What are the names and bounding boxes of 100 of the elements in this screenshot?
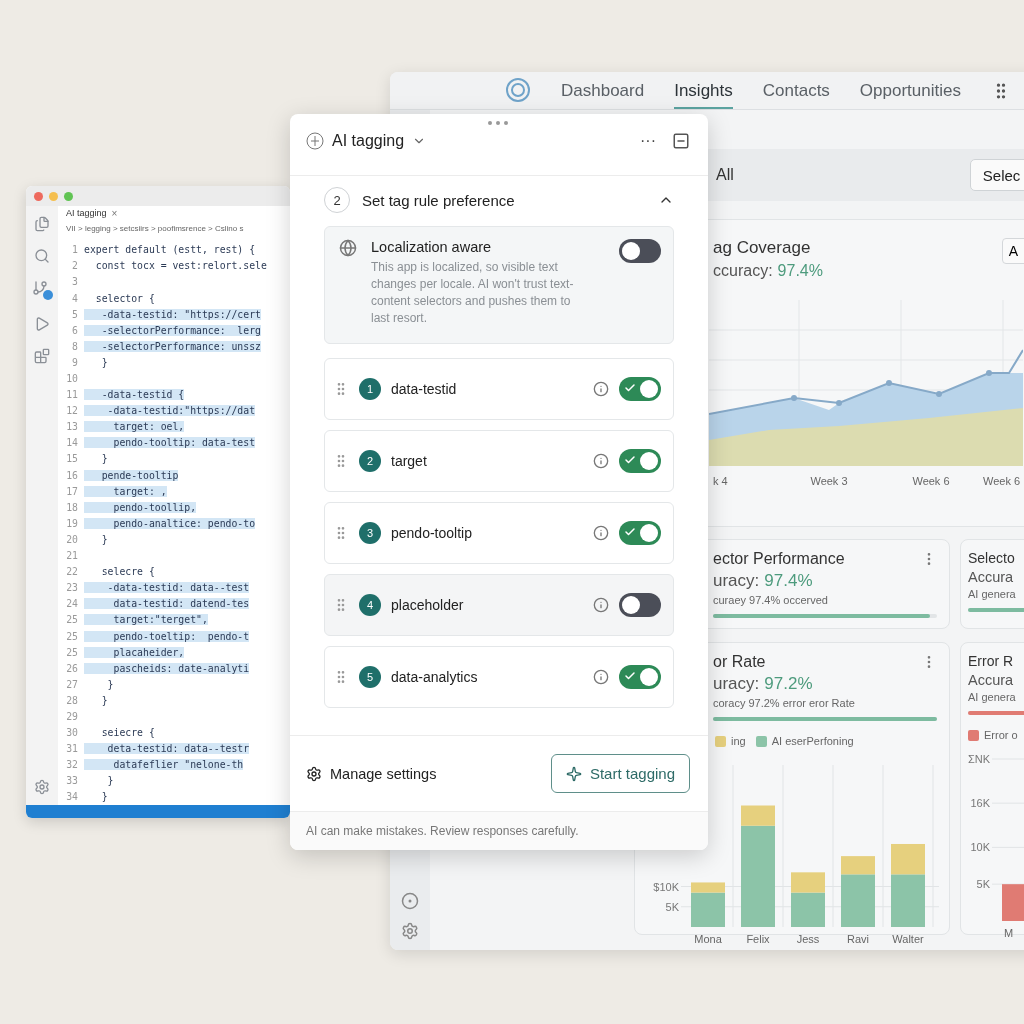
card-note: AI genera	[968, 588, 1017, 600]
rule-number: 2	[359, 450, 381, 472]
code-line: const tocx = vest:relort.sele	[94, 260, 267, 272]
rule-number: 1	[359, 378, 381, 400]
card-title: Error R	[968, 653, 1014, 669]
axis-label: Week 3	[809, 475, 849, 487]
card-note: coracy 97.2% error eror Rate	[713, 697, 856, 709]
line-number: 30	[65, 727, 79, 739]
axis-category-label: Walter	[892, 933, 924, 945]
card-title: or Rate	[713, 653, 766, 671]
code-line: selector {	[94, 292, 155, 304]
line-number: 34	[65, 791, 79, 803]
code-line: expert default (estt, rest) {	[84, 244, 256, 256]
axis-category-label: Jess	[796, 933, 820, 945]
nav-tab[interactable]: Opportunities	[859, 81, 961, 109]
code-line: }	[100, 694, 108, 706]
breadcrumb: VII > legging > setcsiirs > poofimsrence > Cslino s	[65, 222, 245, 235]
line-number: 25	[65, 630, 79, 642]
rule-number: 5	[359, 666, 381, 688]
accuracy-label: Accura	[968, 569, 1014, 585]
disclaimer: AI can make mistakes. Review responses carefully.	[290, 811, 708, 850]
rule-name: pendo-tooltip	[391, 525, 472, 541]
rule-name: data-analytics	[391, 669, 478, 685]
line-number: 25	[65, 614, 79, 626]
axis-tick-label: 16K	[970, 797, 990, 810]
line-number: 1	[71, 244, 79, 256]
line-number: 21	[65, 550, 79, 562]
start-tagging-button[interactable]: Start tagging	[550, 754, 690, 793]
line-number: 32	[65, 759, 79, 771]
code-line: selecre {	[100, 566, 155, 578]
line-number: 4	[71, 292, 79, 304]
card-note: curaey 97.4% occerved	[713, 594, 829, 606]
code-line: }	[100, 453, 108, 465]
axis-category-label: Felix	[746, 933, 770, 945]
filter-label: All	[716, 166, 734, 184]
code-line: }	[106, 678, 114, 690]
axis-tick-label: ΣNK	[968, 753, 990, 765]
nav-tab[interactable]: Insights	[674, 81, 733, 109]
line-number: 3	[71, 276, 79, 288]
axis-label: Week 6	[911, 475, 951, 487]
panel-title: AI tagging	[332, 132, 405, 150]
line-number: 29	[65, 711, 79, 722]
card-note: AI genera	[968, 691, 1017, 703]
range-button[interactable]: A	[1001, 238, 1024, 264]
accuracy-label: Accura	[968, 672, 1014, 688]
line-number: 22	[65, 566, 79, 578]
line-number: 15	[65, 453, 79, 465]
line-number: 18	[65, 501, 79, 513]
line-number: 8	[71, 340, 79, 352]
code-line: }	[100, 791, 108, 803]
more-button[interactable]: ···	[632, 132, 664, 150]
rule-number: 3	[359, 522, 381, 544]
accuracy-value: 97.4%	[764, 571, 813, 591]
line-number: 28	[65, 694, 79, 706]
card-title: Selecto	[968, 550, 1015, 566]
nav-tab[interactable]: Dashboard	[561, 81, 645, 109]
legend-label: AI eserPerfoning	[771, 735, 854, 747]
line-number: 2	[71, 260, 79, 272]
line-number: 33	[65, 775, 79, 787]
line-number: 25	[65, 646, 79, 658]
line-number: 11	[65, 389, 79, 401]
axis-category-label: M	[1004, 927, 1014, 939]
rule-name: placeholder	[391, 597, 464, 613]
legend-label: Error o	[984, 729, 1018, 741]
rule-name: data-testid	[391, 381, 457, 397]
card-title: ag Coverage	[713, 238, 812, 258]
accuracy-value: 97.4%	[777, 262, 823, 280]
line-number: 23	[65, 582, 79, 594]
select-button[interactable]: Selec	[969, 159, 1024, 191]
nav-tab[interactable]: Contacts	[762, 81, 830, 109]
line-number: 19	[65, 517, 79, 529]
line-number: 10	[65, 373, 79, 384]
line-number: 20	[65, 533, 79, 545]
line-number: 9	[71, 356, 79, 368]
axis-tick-label: $10K	[653, 880, 679, 893]
line-number: 6	[71, 324, 79, 336]
close-icon[interactable]: ×	[111, 207, 118, 219]
axis-label: k 4	[713, 475, 729, 487]
option-title: Localization aware	[371, 239, 493, 255]
axis-tick-label: 5K	[665, 900, 679, 913]
accuracy-label: ccuracy:	[713, 262, 773, 280]
rule-name: target	[391, 453, 427, 469]
line-number: 5	[71, 308, 79, 320]
manage-settings-button[interactable]: Manage settings	[306, 765, 437, 782]
code-line: }	[100, 533, 108, 545]
legend-label: ing	[731, 735, 746, 747]
editor-tab[interactable]: AI tagging ×	[66, 207, 118, 219]
axis-tick-label: 10K	[970, 841, 990, 854]
line-number: 26	[65, 662, 79, 674]
rule-number: 4	[359, 594, 381, 616]
line-number: 16	[65, 469, 79, 481]
accuracy-label: uracy:	[713, 571, 760, 591]
line-number: 31	[65, 743, 79, 755]
card-title: ector Performance	[713, 550, 845, 568]
line-number: 17	[65, 485, 79, 497]
axis-tick-label: 5K	[976, 878, 990, 891]
code-line: }	[106, 775, 114, 787]
section-title: Set tag rule preference	[362, 191, 515, 209]
code-line: }	[100, 356, 108, 368]
line-number: 13	[65, 421, 79, 433]
